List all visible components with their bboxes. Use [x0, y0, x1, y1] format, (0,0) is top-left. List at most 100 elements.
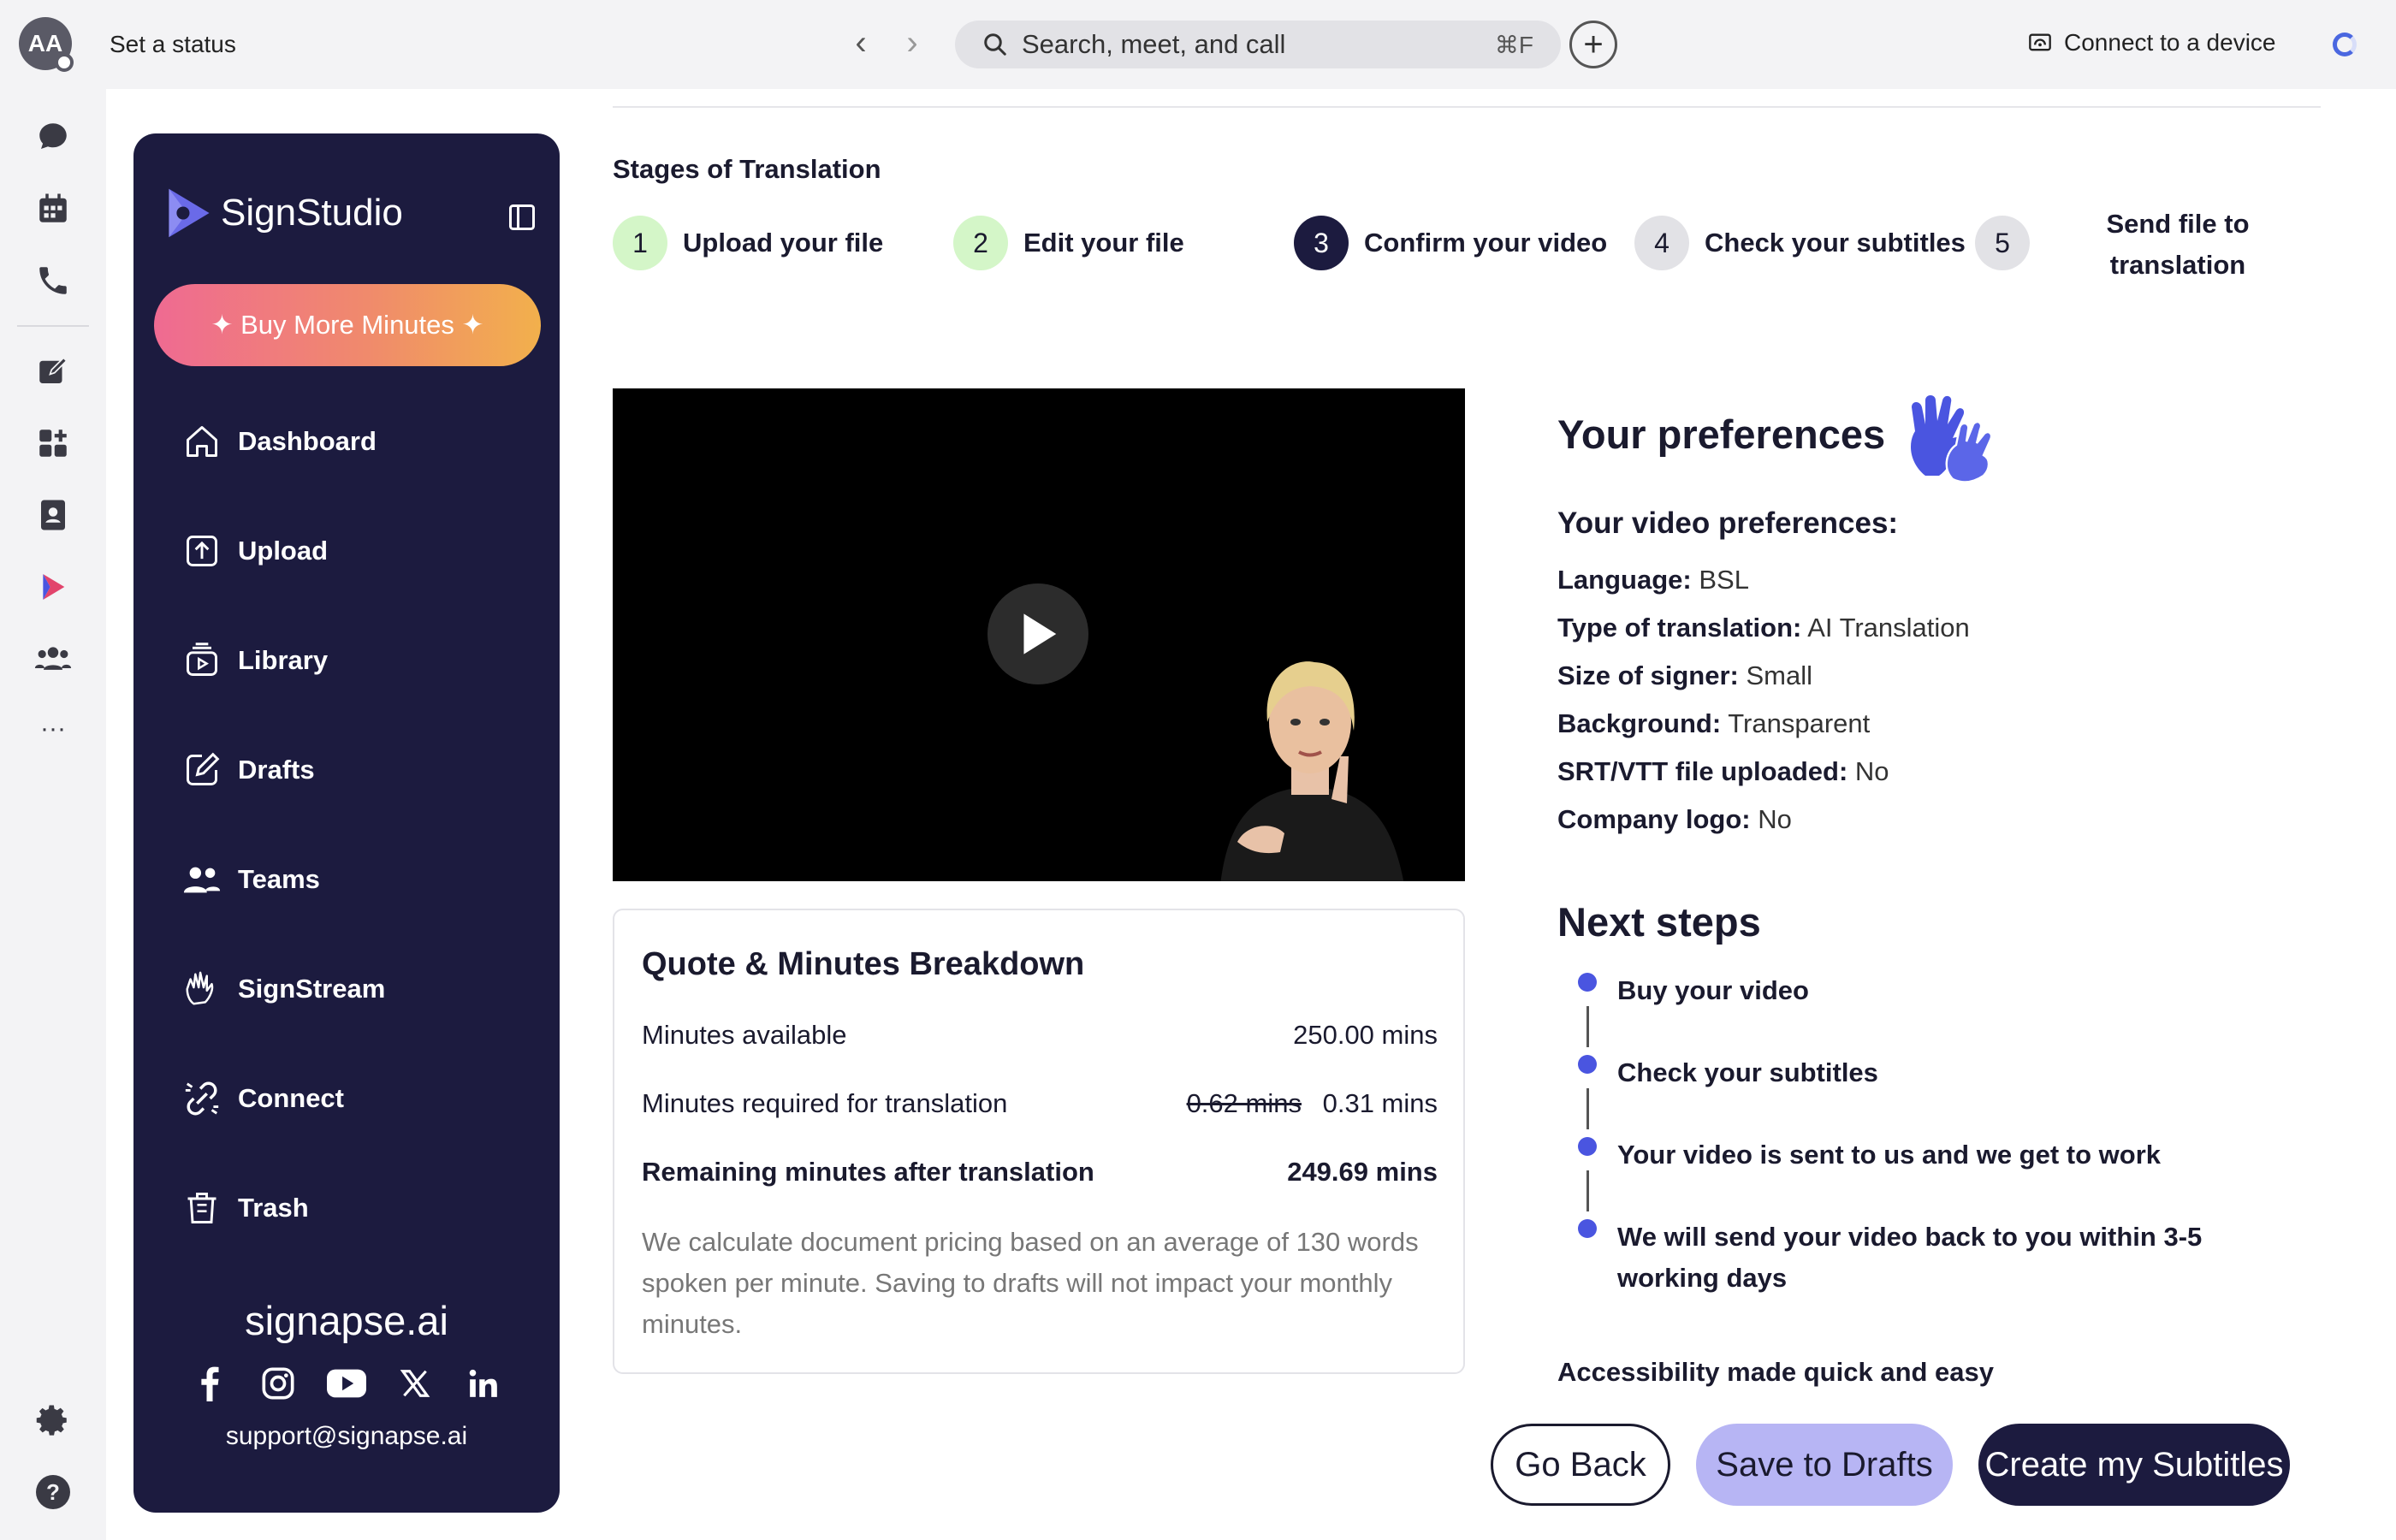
create-subtitles-button[interactable]: Create my Subtitles — [1978, 1424, 2290, 1506]
sidebar-item-dashboard[interactable]: Dashboard — [181, 416, 377, 467]
sidebar-item-signstream[interactable]: SignStream — [181, 963, 385, 1015]
people-icon[interactable] — [33, 638, 74, 679]
youtube-icon[interactable] — [325, 1362, 368, 1405]
step-bullet — [1578, 1055, 1597, 1074]
quote-card: Quote & Minutes Breakdown Minutes availa… — [613, 909, 1465, 1374]
remaining-minutes-row: Remaining minutes after translation 249.… — [642, 1157, 1438, 1188]
social-links — [133, 1362, 560, 1405]
buy-more-minutes-button[interactable]: ✦ Buy More Minutes ✦ — [154, 284, 541, 366]
video-preferences-subtitle: Your video preferences: — [1557, 506, 1899, 540]
video-player[interactable] — [613, 388, 1465, 881]
next-step-item: Buy your video — [1617, 975, 1809, 1005]
minutes-available-value: 250.00 mins — [1293, 1020, 1438, 1050]
pref-language: Language: BSL — [1557, 565, 1749, 595]
remaining-minutes-label: Remaining minutes after translation — [642, 1157, 1094, 1187]
connect-icon — [181, 1078, 222, 1119]
brand-logo[interactable]: SignStudio — [164, 185, 403, 241]
stage-check-subtitles: 4 Check your subtitles — [1634, 216, 1966, 270]
pref-signer-size: Size of signer: Small — [1557, 660, 1812, 691]
sidebar-item-label: Teams — [238, 864, 320, 894]
sidebar-item-connect[interactable]: Connect — [181, 1073, 344, 1124]
help-glyph: ? — [36, 1475, 70, 1509]
pref-value: AI Translation — [1807, 613, 1970, 643]
facebook-icon[interactable] — [188, 1362, 231, 1405]
connect-device-label: Connect to a device — [2064, 29, 2276, 56]
chat-icon[interactable] — [33, 116, 74, 157]
upload-icon — [181, 530, 222, 572]
connect-device-button[interactable]: Connect to a device — [2028, 29, 2276, 56]
forward-arrow-icon[interactable]: › — [895, 26, 929, 60]
pref-value: Small — [1746, 660, 1813, 690]
avatar-initials: AA — [27, 30, 63, 56]
signstudio-logo-icon — [169, 188, 210, 238]
company-domain: signapse.ai — [245, 1298, 448, 1343]
step-connector — [1586, 1006, 1589, 1047]
search-icon — [984, 33, 1006, 56]
pref-label: SRT/VTT file uploaded: — [1557, 756, 1848, 786]
sidebar-item-label: Dashboard — [238, 426, 377, 456]
set-status-link[interactable]: Set a status — [110, 31, 236, 58]
sidebar-item-teams[interactable]: Teams — [181, 854, 320, 905]
home-icon — [181, 421, 222, 462]
stage-number: 4 — [1634, 216, 1689, 270]
signstudio-sidebar: SignStudio ✦ Buy More Minutes ✦ Dashboar… — [133, 133, 560, 1513]
cast-icon — [2029, 33, 2051, 51]
back-arrow-icon[interactable]: ‹ — [844, 26, 878, 60]
sidebar-item-label: Drafts — [238, 755, 315, 785]
top-bar: AA Set a status ‹ › Search, meet, and ca… — [0, 0, 2396, 89]
search-placeholder: Search, meet, and call — [1022, 29, 1286, 59]
more-icon[interactable]: ··· — [33, 708, 74, 749]
signstudio-app-icon[interactable] — [33, 566, 74, 607]
stage-upload: 1 Upload your file — [613, 216, 883, 270]
remaining-minutes-value: 249.69 mins — [1287, 1157, 1438, 1187]
support-email-link[interactable]: support@signapse.ai — [133, 1422, 560, 1451]
step-bullet — [1578, 1219, 1597, 1238]
contacts-icon[interactable] — [33, 495, 74, 536]
sidebar-item-library[interactable]: Library — [181, 635, 328, 686]
play-icon — [1023, 613, 1057, 654]
apps-icon[interactable] — [33, 423, 74, 464]
sidebar-item-upload[interactable]: Upload — [181, 525, 328, 577]
stage-label: Upload your file — [683, 228, 884, 258]
rail-divider — [17, 325, 89, 327]
calendar-icon[interactable] — [33, 188, 74, 229]
next-step-item: Check your subtitles — [1617, 1057, 1878, 1087]
avatar[interactable]: AA — [19, 17, 74, 72]
sidebar-item-drafts[interactable]: Drafts — [181, 744, 315, 796]
minutes-required-row: Minutes required for translation 0.62 mi… — [642, 1088, 1438, 1119]
drafts-icon — [181, 749, 222, 791]
stage-label: Confirm your video — [1364, 228, 1608, 258]
trash-icon — [181, 1188, 222, 1229]
save-to-drafts-button[interactable]: Save to Drafts — [1696, 1424, 1953, 1506]
pref-label: Company logo: — [1557, 804, 1751, 834]
next-steps-title: Next steps — [1557, 899, 1761, 945]
help-icon[interactable]: ? — [33, 1472, 74, 1513]
stages-title: Stages of Translation — [613, 154, 881, 184]
play-button[interactable] — [987, 583, 1088, 684]
pref-company-logo: Company logo: No — [1557, 804, 1792, 835]
step-bullet — [1578, 1137, 1597, 1156]
sidebar-collapse-icon[interactable] — [507, 202, 537, 237]
sync-spinner-icon — [2333, 33, 2357, 56]
settings-icon[interactable] — [33, 1400, 74, 1441]
pref-background: Background: Transparent — [1557, 708, 1870, 739]
teams-icon — [181, 859, 222, 900]
search-input[interactable]: Search, meet, and call ⌘F — [955, 21, 1561, 68]
stage-number: 3 — [1294, 216, 1349, 270]
compose-icon[interactable] — [33, 351, 74, 392]
stage-number: 5 — [1975, 216, 2030, 270]
stage-label: Edit your file — [1023, 228, 1184, 258]
instagram-icon[interactable] — [257, 1362, 300, 1405]
pref-value: Transparent — [1728, 708, 1871, 738]
step-connector — [1586, 1170, 1589, 1211]
pref-label: Background: — [1557, 708, 1722, 738]
stage-number: 1 — [613, 216, 667, 270]
linkedin-icon[interactable] — [462, 1362, 505, 1405]
phone-icon[interactable] — [33, 260, 74, 301]
go-back-button[interactable]: Go Back — [1491, 1424, 1670, 1506]
x-icon[interactable] — [394, 1362, 436, 1405]
sidebar-item-trash[interactable]: Trash — [181, 1182, 309, 1234]
add-button[interactable]: + — [1569, 21, 1617, 68]
header-divider — [613, 106, 2321, 108]
sidebar-item-label: Trash — [238, 1193, 309, 1223]
